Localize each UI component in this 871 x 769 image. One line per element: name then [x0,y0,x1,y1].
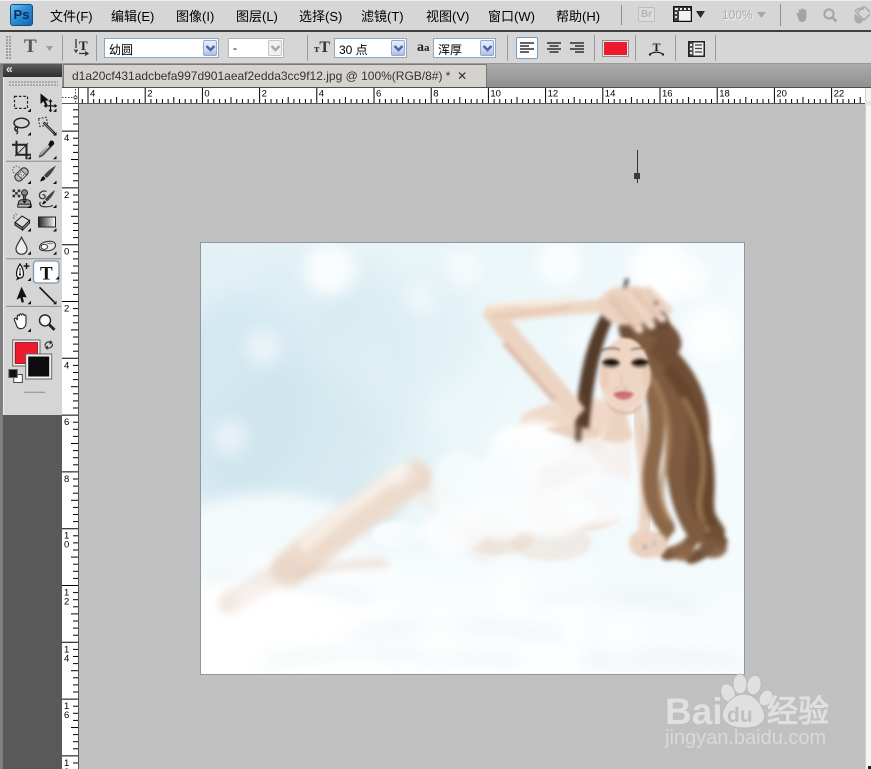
svg-text:2: 2 [64,597,69,608]
svg-text:du: du [727,704,753,727]
svg-text:6: 6 [64,417,69,428]
svg-text:14: 14 [605,89,616,100]
svg-text:8: 8 [433,89,438,100]
svg-text:8: 8 [64,474,69,485]
svg-text:20: 20 [776,89,787,100]
svg-text:2: 2 [64,304,69,315]
svg-text:4: 4 [64,133,69,144]
svg-text:2: 2 [147,89,152,100]
svg-text:6: 6 [64,710,69,721]
svg-text:jingyan.baidu.com: jingyan.baidu.com [664,727,826,749]
svg-text:T: T [40,264,53,285]
svg-text:2: 2 [262,89,267,100]
svg-text:4: 4 [64,360,69,371]
svg-text:6: 6 [376,89,381,100]
svg-text:4: 4 [90,89,95,100]
svg-text:0: 0 [64,540,69,551]
svg-text:Bai: Bai [665,691,723,732]
svg-text:T: T [79,38,88,53]
svg-text:0: 0 [64,247,69,258]
svg-text:4: 4 [64,653,69,664]
svg-text:2: 2 [64,190,69,201]
svg-text:22: 22 [834,89,845,100]
svg-text:12: 12 [548,89,559,100]
svg-text:4: 4 [319,89,324,100]
svg-text:10: 10 [490,89,501,100]
svg-text:16: 16 [662,89,673,100]
svg-text:经验: 经验 [767,694,829,729]
svg-text:18: 18 [719,89,730,100]
svg-text:0: 0 [204,89,209,100]
